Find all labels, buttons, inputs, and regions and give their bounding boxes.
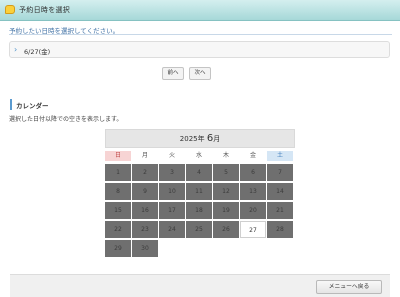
calendar-day-unavailable: 5 (213, 164, 239, 181)
weekday-header: 月 (141, 152, 148, 159)
weekday-header: 火 (168, 152, 175, 159)
calendar-day-unavailable: 15 (105, 202, 131, 219)
calendar-section-description: 選択した日付以降での空きを表示します。 (9, 116, 123, 123)
calendar-day-unavailable: 25 (186, 221, 212, 238)
calendar-day-unavailable: 14 (267, 183, 293, 200)
calendar-day-unavailable: 8 (105, 183, 131, 200)
calendar-day-unavailable: 4 (186, 164, 212, 181)
calendar-day-unavailable: 12 (213, 183, 239, 200)
selected-date-row[interactable]: › 6/27(金) (9, 41, 390, 58)
weekday-header: 金 (249, 152, 256, 159)
title-bar: 予約日時を選択 (0, 0, 400, 21)
calendar-day-unavailable: 9 (132, 183, 158, 200)
next-month-button[interactable]: 次へ (189, 67, 211, 80)
calendar-day-unavailable: 16 (132, 202, 158, 219)
back-to-menu-button[interactable]: メニューへ戻る (316, 280, 382, 294)
weekday-header: 水 (195, 152, 202, 159)
calendar-month-suffix: 月 (213, 135, 221, 143)
calendar-day-unavailable: 18 (186, 202, 212, 219)
calendar-day-unavailable: 7 (267, 164, 293, 181)
calendar-day-unavailable: 19 (213, 202, 239, 219)
window-title: 予約日時を選択 (19, 6, 71, 14)
calendar-day-unavailable: 29 (105, 240, 131, 257)
divider (9, 34, 392, 35)
calendar-day-unavailable: 17 (159, 202, 185, 219)
calendar-day-unavailable: 24 (159, 221, 185, 238)
chevron-right-icon: › (14, 45, 18, 54)
calendar-day-unavailable: 20 (240, 202, 266, 219)
section-accent-bar (10, 99, 12, 110)
calendar-day-unavailable: 23 (132, 221, 158, 238)
calendar-day-unavailable: 1 (105, 164, 131, 181)
calendar-month-header: 2025年 6月 (105, 129, 295, 148)
calendar-day-available[interactable]: 27 (240, 221, 266, 238)
calendar-day-unavailable: 10 (159, 183, 185, 200)
weekday-header: 土 (267, 151, 293, 161)
calendar-year: 2025 (179, 135, 198, 143)
app-logo-icon (5, 5, 15, 14)
prev-month-button[interactable]: 前へ (162, 67, 184, 80)
calendar-day-unavailable: 28 (267, 221, 293, 238)
calendar-day-unavailable: 11 (186, 183, 212, 200)
calendar-day-unavailable: 13 (240, 183, 266, 200)
calendar-day-unavailable: 30 (132, 240, 158, 257)
calendar-day-unavailable: 2 (132, 164, 158, 181)
app-window: 予約日時を選択 予約したい日時を選択してください。 › 6/27(金) 前へ 次… (0, 0, 400, 297)
selected-date-label: 6/27(金) (24, 48, 51, 56)
calendar-year-suffix: 年 (197, 135, 205, 143)
calendar-day-unavailable: 21 (267, 202, 293, 219)
calendar-day-unavailable: 3 (159, 164, 185, 181)
calendar-day-unavailable: 6 (240, 164, 266, 181)
calendar-day-unavailable: 22 (105, 221, 131, 238)
weekday-header: 日 (105, 151, 131, 161)
weekday-header: 木 (222, 152, 229, 159)
calendar-day-unavailable: 26 (213, 221, 239, 238)
calendar-section-title: カレンダー (16, 102, 49, 110)
